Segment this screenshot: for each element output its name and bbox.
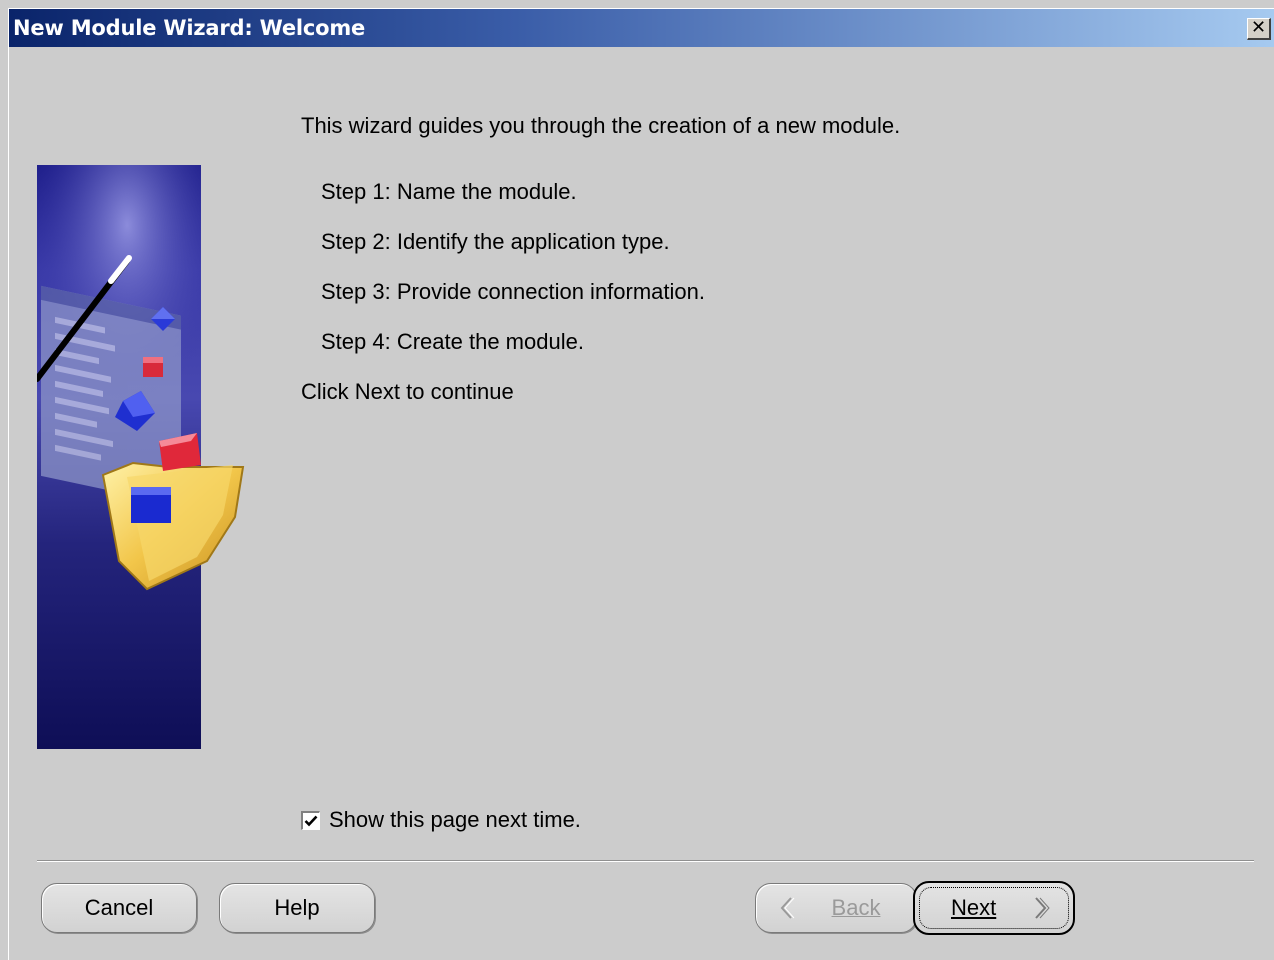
step-2-text: Step 2: Identify the application type. [321,229,670,254]
show-page-checkbox[interactable] [301,810,320,830]
wizard-dialog: New Module Wizard: Welcome ✕ This wizard… [8,8,1274,960]
next-arrow-icon [1035,897,1050,919]
intro-text: This wizard guides you through the creat… [301,113,901,138]
step-4-text: Step 4: Create the module. [321,329,584,354]
back-button[interactable]: Back [755,883,917,933]
window-title: New Module Wizard: Welcome [13,16,366,40]
close-icon: ✕ [1250,17,1267,38]
help-button[interactable]: Help [219,883,375,933]
wizard-banner-image [37,165,245,749]
next-button[interactable]: Next [913,881,1075,935]
cancel-button-label: Cancel [84,895,154,920]
show-page-option[interactable]: Show this page next time. [301,807,581,833]
show-page-label: Show this page next time. [329,807,581,832]
step-1-text: Step 1: Name the module. [321,179,577,204]
next-button-label: Next [951,895,997,920]
continue-hint: Click Next to continue [301,379,514,404]
checkmark-icon [304,815,318,826]
back-arrow-icon [780,897,795,919]
title-bar[interactable]: New Module Wizard: Welcome ✕ [9,9,1274,47]
cancel-button[interactable]: Cancel [41,883,197,933]
step-3-text: Step 3: Provide connection information. [321,279,706,304]
close-button[interactable]: ✕ [1247,18,1271,40]
back-button-label: Back [831,895,881,920]
help-button-label: Help [274,895,320,920]
button-separator [37,860,1254,862]
